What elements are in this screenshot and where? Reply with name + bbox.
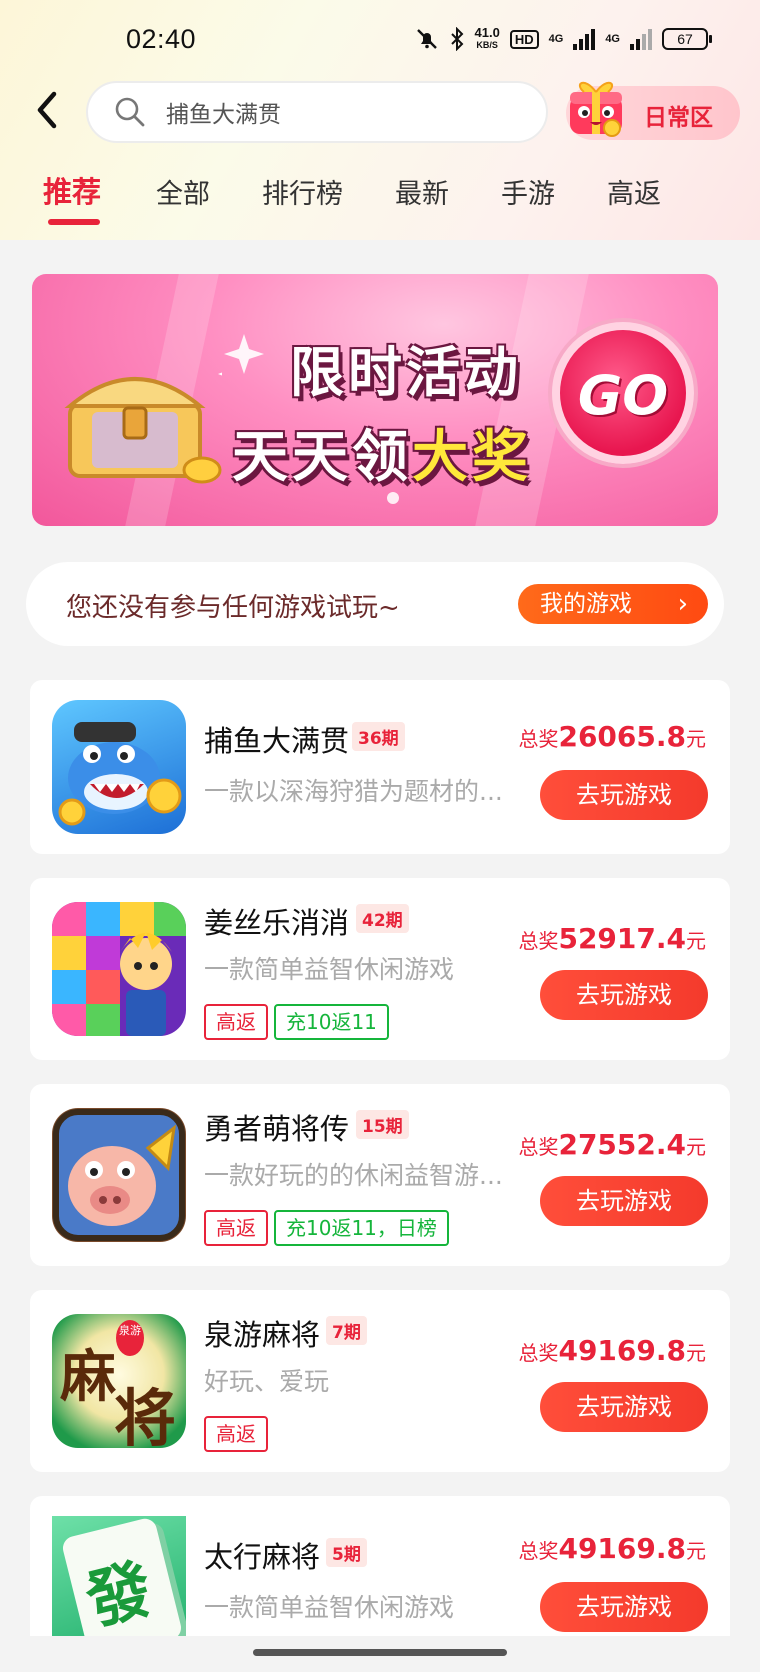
tab-recommend[interactable]: 推荐	[43, 169, 101, 211]
game-icon-mahjong: 麻 将 泉游	[52, 1314, 186, 1448]
category-tabs: 推荐 全部 排行榜 最新 手游 高返	[0, 172, 760, 232]
game-icon-match-puzzle	[52, 902, 186, 1036]
game-icon-hero-pig	[52, 1108, 186, 1242]
hd-badge: HD	[509, 29, 539, 49]
back-arrow-icon[interactable]	[30, 88, 66, 132]
game-icon-taihang-mahjong: 發	[52, 1516, 186, 1650]
go-button[interactable]: GO	[552, 322, 694, 464]
status-bar: 02:40 41.0 KB/S HD 4G 4G 67	[0, 0, 760, 86]
game-period-badge: 15期	[356, 1110, 409, 1139]
signal-icon	[573, 28, 596, 50]
tab-ranking[interactable]: 排行榜	[262, 172, 343, 211]
network-speed: 41.0 KB/S	[474, 25, 500, 50]
bluetooth-icon	[450, 27, 463, 51]
my-games-button[interactable]: 我的游戏 ›	[518, 584, 708, 624]
play-game-button[interactable]: 去玩游戏	[540, 770, 708, 820]
play-game-button[interactable]: 去玩游戏	[540, 1582, 708, 1632]
play-game-button[interactable]: 去玩游戏	[540, 1176, 708, 1226]
trial-notice: 您还没有参与任何游戏试玩~ 我的游戏 ›	[26, 562, 724, 646]
game-description: 一款简单益智休闲游戏	[204, 955, 455, 984]
mute-bell-icon	[416, 29, 437, 49]
game-card[interactable]: 姜丝乐消消 42期 一款简单益智休闲游戏 高返 充10返11 总奖52917.4…	[30, 878, 730, 1060]
total-prize: 总奖52917.4元	[518, 922, 706, 955]
tab-newest[interactable]: 最新	[395, 172, 449, 211]
banner-subtitle: 天天领大奖	[232, 425, 532, 490]
daily-zone-button[interactable]: 日常区	[566, 81, 740, 140]
sparkle-icon	[224, 334, 264, 374]
game-card[interactable]: 捕鱼大满贯 36期 一款以深海狩猎为题材的... 总奖26065.8元 去玩游戏	[30, 680, 730, 854]
banner-title: 限时活动	[290, 341, 522, 404]
home-indicator[interactable]	[253, 1649, 507, 1656]
tag-high-rebate: 高返	[204, 1210, 268, 1246]
carousel-dots	[387, 492, 399, 504]
game-period-badge: 42期	[356, 904, 409, 933]
tag-high-rebate: 高返	[204, 1004, 268, 1040]
game-name: 勇者萌将传	[204, 1112, 350, 1146]
game-description: 一款以深海狩猎为题材的...	[204, 777, 503, 806]
game-card[interactable]: 勇者萌将传 15期 一款好玩的的休闲益智游... 高返 充10返11，日榜 总奖…	[30, 1084, 730, 1266]
signal-icon-2	[630, 28, 652, 50]
gift-mascot-icon	[570, 81, 622, 137]
search-query: 捕鱼大满贯	[166, 102, 281, 128]
tab-high-rebate[interactable]: 高返	[607, 172, 661, 211]
tab-mobile-games[interactable]: 手游	[501, 172, 555, 211]
status-icons: 41.0 KB/S HD 4G 4G 67	[415, 25, 712, 51]
play-game-button[interactable]: 去玩游戏	[540, 1382, 708, 1432]
total-prize: 总奖49169.8元	[518, 1532, 706, 1565]
game-period-badge: 7期	[326, 1316, 367, 1345]
tag-recharge-rebate: 充10返11	[274, 1004, 389, 1040]
battery-icon: 67	[662, 28, 712, 50]
treasure-chest-icon	[64, 372, 222, 484]
tab-all[interactable]: 全部	[156, 172, 210, 211]
tag-high-rebate: 高返	[204, 1416, 268, 1452]
game-name: 泉游麻将	[204, 1318, 321, 1352]
promo-banner[interactable]: 限时活动 天天领大奖 GO	[32, 274, 718, 526]
chevron-right-icon: ›	[677, 589, 688, 619]
trial-notice-text: 您还没有参与任何游戏试玩~	[66, 593, 400, 623]
game-name: 姜丝乐消消	[204, 906, 350, 940]
daily-zone-label: 日常区	[644, 105, 713, 131]
icon-seal: 泉游	[116, 1320, 144, 1356]
status-time: 02:40	[126, 24, 197, 54]
game-icon-fishing	[52, 700, 186, 834]
game-name: 太行麻将	[204, 1540, 321, 1574]
game-period-badge: 5期	[326, 1538, 367, 1567]
play-game-button[interactable]: 去玩游戏	[540, 970, 708, 1020]
game-period-badge: 36期	[352, 722, 405, 751]
tag-recharge-rebate: 充10返11，日榜	[274, 1210, 449, 1246]
active-tab-indicator	[48, 219, 100, 225]
search-icon	[115, 97, 145, 127]
search-input[interactable]: 捕鱼大满贯	[86, 81, 548, 143]
game-card[interactable]: 麻 将 泉游 泉游麻将 7期 好玩、爱玩 高返 总奖49169.8元 去玩游戏	[30, 1290, 730, 1472]
game-name: 捕鱼大满贯	[204, 724, 350, 758]
total-prize: 总奖26065.8元	[518, 720, 706, 753]
total-prize: 总奖27552.4元	[518, 1128, 706, 1161]
game-description: 一款好玩的的休闲益智游...	[204, 1161, 503, 1190]
total-prize: 总奖49169.8元	[518, 1334, 706, 1367]
game-description: 一款简单益智休闲游戏	[204, 1593, 455, 1622]
game-description: 好玩、爱玩	[204, 1367, 330, 1396]
